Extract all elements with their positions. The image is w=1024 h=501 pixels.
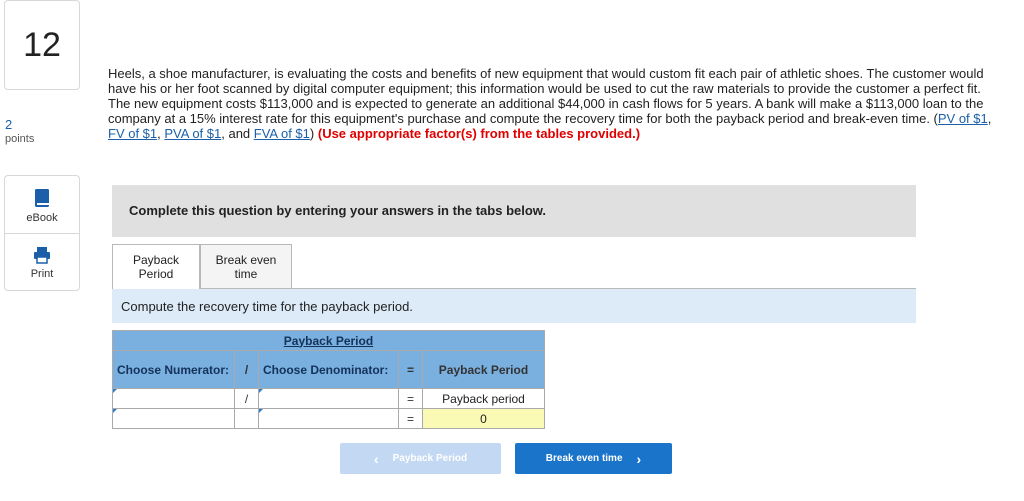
result-header: Payback Period xyxy=(422,350,545,389)
equals-symbol: = xyxy=(398,408,423,429)
denominator-input[interactable] xyxy=(258,408,399,429)
next-tab-button[interactable]: Break even time › xyxy=(515,443,672,474)
prev-tab-label: Payback Period xyxy=(392,453,468,464)
denominator-input[interactable] xyxy=(258,388,399,409)
points-label: points xyxy=(5,133,35,145)
points-box: 2 points xyxy=(5,118,65,146)
next-tab-label: Break even time xyxy=(545,453,623,464)
numerator-input[interactable] xyxy=(112,388,235,409)
result-label: Payback period xyxy=(422,388,545,409)
chevron-left-icon: ‹ xyxy=(373,450,379,467)
factor-note: (Use appropriate factor(s) from the tabl… xyxy=(317,126,641,141)
divide-header: / xyxy=(234,350,259,389)
equals-header: = xyxy=(398,350,423,389)
question-text: Heels, a shoe manufacturer, is evaluatin… xyxy=(108,66,1003,141)
tab-payback-period[interactable]: Payback Period xyxy=(112,244,200,289)
tab-label-line1: Payback xyxy=(132,253,180,267)
question-body: Heels, a shoe manufacturer, is evaluatin… xyxy=(108,66,984,126)
denominator-header: Choose Denominator: xyxy=(258,350,399,389)
separator: , and xyxy=(221,126,254,141)
table-title: Payback Period xyxy=(112,330,545,351)
divide-symbol xyxy=(234,408,259,429)
printer-icon xyxy=(34,247,50,264)
payback-period-table: Payback Period Choose Numerator: / Choos… xyxy=(112,330,545,429)
print-label: Print xyxy=(30,268,54,280)
fv-table-link[interactable]: FV of $1 xyxy=(108,126,157,141)
ebook-label: eBook xyxy=(26,212,58,224)
chevron-right-icon: › xyxy=(636,450,642,467)
instruction-banner: Complete this question by entering your … xyxy=(112,185,916,237)
separator: , xyxy=(987,111,992,126)
close-paren: ) xyxy=(309,126,318,141)
points-value: 2 xyxy=(5,117,13,132)
tab-label-line2: time xyxy=(234,266,258,281)
prev-tab-button[interactable]: ‹ Payback Period xyxy=(340,443,501,474)
pva-table-link[interactable]: PVA of $1 xyxy=(164,126,221,141)
divide-symbol: / xyxy=(234,388,259,409)
ebook-button[interactable]: eBook xyxy=(4,175,80,233)
numerator-input[interactable] xyxy=(112,408,235,429)
tab-instruction: Compute the recovery time for the paybac… xyxy=(112,289,916,323)
fva-table-link[interactable]: FVA of $1 xyxy=(254,126,310,141)
payback-period-result: 0 xyxy=(422,408,545,429)
book-icon xyxy=(35,189,49,207)
tab-label-line2: Period xyxy=(138,267,174,281)
equals-symbol: = xyxy=(398,388,423,409)
tab-break-even-time[interactable]: Break even time xyxy=(200,244,292,288)
table-row: / = Payback period xyxy=(112,388,545,409)
print-button[interactable]: Print xyxy=(4,233,80,291)
question-number: 12 xyxy=(4,0,80,90)
numerator-header: Choose Numerator: xyxy=(112,350,235,389)
tab-label-line1: Break even xyxy=(215,252,277,267)
table-row: = 0 xyxy=(112,408,545,429)
pv-table-link[interactable]: PV of $1 xyxy=(938,111,988,126)
